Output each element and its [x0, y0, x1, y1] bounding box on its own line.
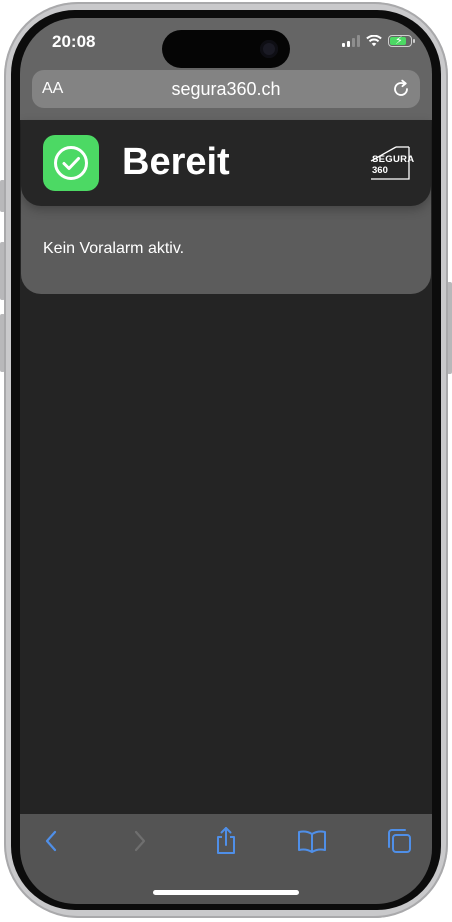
phone-screen: 20:08 ⚡ AA segura360.ch Bereit SEGURA 36…	[20, 18, 432, 904]
home-indicator[interactable]	[153, 890, 299, 895]
tabs-icon[interactable]	[384, 826, 414, 856]
address-bar[interactable]: AA segura360.ch	[32, 70, 420, 108]
front-camera-icon	[260, 40, 278, 58]
dynamic-island	[162, 30, 290, 68]
alarm-message: Kein Voralarm aktiv.	[43, 240, 185, 257]
battery-charging-icon: ⚡	[388, 35, 415, 47]
logo-text-bottom: 360	[372, 165, 388, 176]
phone-frame: 20:08 ⚡ AA segura360.ch Bereit SEGURA 36…	[0, 0, 452, 922]
status-title: Bereit	[122, 141, 230, 183]
segura360-logo: SEGURA 360	[370, 145, 415, 181]
status-icons: ⚡	[342, 33, 415, 49]
status-time: 20:08	[52, 32, 96, 51]
browser-toolbar	[20, 814, 432, 904]
cellular-signal-icon	[342, 35, 360, 47]
bookmarks-icon[interactable]	[297, 826, 327, 856]
alarm-status-header: Bereit SEGURA 360	[21, 120, 431, 206]
reload-icon[interactable]	[390, 78, 412, 100]
browser-header: 20:08 ⚡ AA segura360.ch	[20, 18, 432, 120]
share-icon[interactable]	[211, 826, 241, 856]
status-check-badge	[43, 135, 99, 191]
chevron-right-icon[interactable]	[124, 826, 154, 856]
wifi-icon	[366, 35, 382, 47]
logo-text-top: SEGURA	[372, 154, 415, 165]
page-content-area	[20, 294, 432, 814]
check-circle-icon	[54, 146, 88, 180]
url-text[interactable]: segura360.ch	[32, 79, 420, 100]
chevron-left-icon[interactable]	[37, 826, 67, 856]
